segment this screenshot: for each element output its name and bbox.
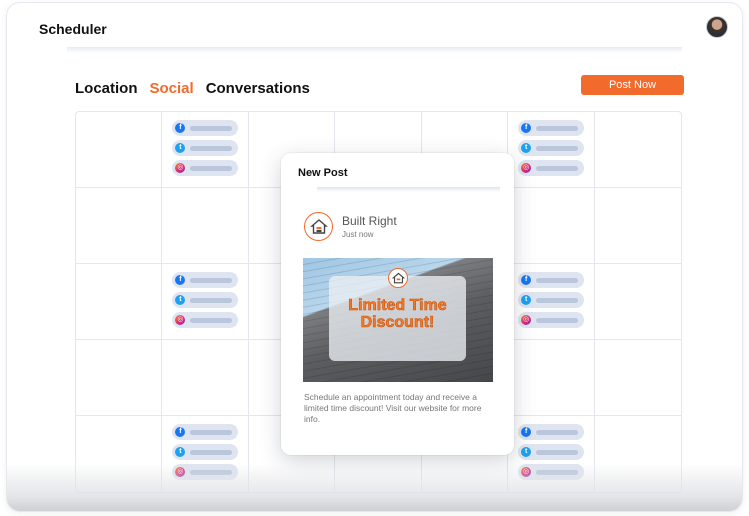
chip-placeholder — [190, 277, 233, 283]
calendar-cell[interactable] — [76, 416, 163, 492]
post-chip-instagram[interactable]: ◎ — [518, 464, 585, 480]
facebook-icon: f — [175, 123, 186, 133]
post-chip-facebook[interactable]: f — [172, 424, 239, 440]
calendar-cell[interactable] — [162, 340, 249, 416]
post-chip-twitter[interactable]: t — [518, 292, 585, 308]
instagram-icon: ◎ — [175, 163, 186, 173]
twitter-icon: t — [521, 447, 532, 457]
chip-placeholder — [190, 449, 233, 455]
promo-text: Limited Time Discount! — [348, 297, 447, 332]
twitter-icon: t — [175, 143, 186, 153]
calendar-cell[interactable] — [508, 188, 595, 264]
chip-placeholder — [536, 449, 579, 455]
chip-placeholder — [536, 429, 579, 435]
instagram-icon: ◎ — [521, 467, 532, 477]
post-image[interactable]: Limited Time Discount! — [303, 258, 493, 382]
chip-placeholder — [536, 165, 579, 171]
post-chip-twitter[interactable]: t — [172, 444, 239, 460]
post-chip-facebook[interactable]: f — [518, 272, 585, 288]
chip-placeholder — [536, 277, 579, 283]
new-post-modal: New Post Built Right Just now Limited Ti… — [281, 153, 514, 455]
tab-bar: Location Social Conversations — [75, 80, 310, 97]
post-chip-facebook[interactable]: f — [518, 424, 585, 440]
avatar[interactable] — [706, 16, 728, 38]
app-title: Scheduler — [39, 21, 107, 37]
calendar-cell[interactable] — [76, 188, 163, 264]
twitter-icon: t — [175, 447, 186, 457]
calendar-cell[interactable]: f t ◎ — [508, 416, 595, 492]
calendar-cell[interactable] — [76, 264, 163, 340]
twitter-icon: t — [521, 143, 532, 153]
chip-placeholder — [190, 145, 233, 151]
post-chip-twitter[interactable]: t — [172, 292, 239, 308]
house-icon — [391, 272, 405, 283]
modal-divider — [317, 187, 500, 192]
chip-placeholder — [536, 125, 579, 131]
chip-placeholder — [190, 317, 233, 323]
calendar-cell[interactable] — [508, 340, 595, 416]
chip-placeholder — [536, 297, 579, 303]
post-chip-instagram[interactable]: ◎ — [518, 160, 585, 176]
calendar-cell[interactable] — [595, 416, 681, 492]
calendar-cell[interactable] — [162, 188, 249, 264]
post-chip-twitter[interactable]: t — [172, 140, 239, 156]
brand-name: Built Right — [342, 214, 397, 228]
calendar-cell[interactable]: f t ◎ — [508, 264, 595, 340]
house-icon — [309, 218, 328, 234]
chip-placeholder — [190, 469, 233, 475]
twitter-icon: t — [521, 295, 532, 305]
instagram-icon: ◎ — [175, 315, 186, 325]
chip-placeholder — [536, 145, 579, 151]
post-chip-facebook[interactable]: f — [172, 120, 239, 136]
post-chip-instagram[interactable]: ◎ — [172, 464, 239, 480]
facebook-icon: f — [521, 123, 532, 133]
instagram-icon: ◎ — [175, 467, 186, 477]
calendar-cell[interactable]: f t ◎ — [162, 112, 249, 188]
instagram-icon: ◎ — [521, 315, 532, 325]
post-chip-instagram[interactable]: ◎ — [172, 160, 239, 176]
post-chip-twitter[interactable]: t — [518, 444, 585, 460]
tab-conversations[interactable]: Conversations — [206, 80, 310, 97]
facebook-icon: f — [175, 275, 186, 285]
chip-placeholder — [536, 317, 579, 323]
brand-logo — [304, 212, 333, 241]
calendar-cell[interactable] — [594, 264, 681, 340]
twitter-icon: t — [175, 295, 186, 305]
calendar-cell[interactable]: f t ◎ — [162, 264, 249, 340]
chip-placeholder — [190, 297, 233, 303]
calendar-cell[interactable]: f t ◎ — [162, 416, 249, 492]
chip-placeholder — [190, 429, 233, 435]
post-chip-facebook[interactable]: f — [518, 120, 585, 136]
chip-placeholder — [190, 125, 233, 131]
calendar-cell[interactable]: f t ◎ — [508, 112, 595, 188]
post-timestamp: Just now — [342, 230, 374, 239]
chip-placeholder — [536, 469, 579, 475]
calendar-cell[interactable] — [594, 188, 681, 264]
post-chip-instagram[interactable]: ◎ — [172, 312, 239, 328]
chip-placeholder — [190, 165, 233, 171]
tab-location[interactable]: Location — [75, 80, 138, 97]
calendar-cell[interactable] — [76, 340, 163, 416]
scheduler-window: Scheduler Location Social Conversations … — [6, 2, 743, 512]
facebook-icon: f — [521, 427, 532, 437]
facebook-icon: f — [521, 275, 532, 285]
post-chip-twitter[interactable]: t — [518, 140, 585, 156]
calendar-cell[interactable] — [76, 112, 163, 188]
post-chip-instagram[interactable]: ◎ — [518, 312, 585, 328]
post-caption: Schedule an appointment today and receiv… — [304, 392, 482, 424]
instagram-icon: ◎ — [521, 163, 532, 173]
calendar-cell[interactable] — [594, 112, 681, 188]
calendar-cell[interactable] — [594, 340, 681, 416]
post-now-button[interactable]: Post Now — [581, 75, 684, 95]
post-chip-facebook[interactable]: f — [172, 272, 239, 288]
modal-title: New Post — [298, 167, 348, 179]
tab-social[interactable]: Social — [150, 80, 194, 97]
facebook-icon: f — [175, 427, 186, 437]
header-divider — [67, 47, 682, 53]
promo-logo — [388, 268, 408, 288]
